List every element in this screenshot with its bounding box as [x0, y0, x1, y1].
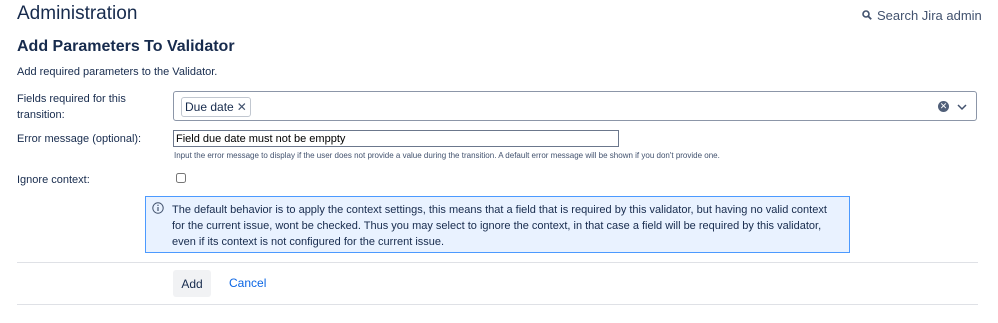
- remove-icon[interactable]: ✕: [237, 100, 247, 114]
- error-message-label: Error message (optional):: [17, 133, 142, 145]
- fields-label: Fields required for this transition:: [17, 93, 126, 121]
- search-icon: [862, 8, 872, 23]
- info-text: The default behavior is to apply the con…: [172, 204, 827, 248]
- cancel-link[interactable]: Cancel: [229, 276, 266, 290]
- selected-field-chip: Due date ✕: [181, 97, 251, 117]
- search-label: Search Jira admin: [877, 8, 982, 23]
- add-button[interactable]: Add: [173, 270, 211, 297]
- ignore-context-label: Ignore context:: [17, 174, 90, 186]
- info-panel: The default behavior is to apply the con…: [145, 196, 850, 253]
- divider: [17, 304, 978, 305]
- chevron-down-icon[interactable]: [956, 101, 968, 113]
- page-title: Administration: [17, 3, 138, 24]
- form-intro: Add required parameters to the Validator…: [17, 66, 218, 78]
- ignore-context-checkbox[interactable]: [176, 173, 186, 183]
- fields-select[interactable]: Due date ✕ ✕: [173, 91, 977, 121]
- error-message-help: Input the error message to display if th…: [174, 151, 720, 160]
- search-jira-admin-link[interactable]: Search Jira admin: [862, 8, 982, 23]
- error-message-input[interactable]: [173, 130, 619, 147]
- info-icon: [152, 202, 164, 214]
- divider: [17, 262, 978, 263]
- form-title: Add Parameters To Validator: [17, 38, 235, 55]
- clear-icon[interactable]: ✕: [938, 101, 949, 112]
- chip-label: Due date: [185, 100, 234, 114]
